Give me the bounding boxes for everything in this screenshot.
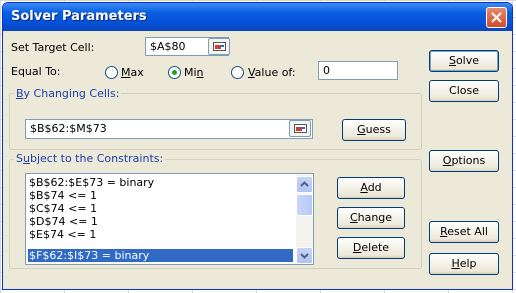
scroll-thumb[interactable] [296, 194, 313, 216]
constraint-item[interactable]: $B$74 <= 1 [28, 189, 292, 202]
target-cell-label: Set Target Cell: [11, 41, 95, 54]
constraints-list[interactable]: $B$62:$E$73 = binary $B$74 <= 1 $C$74 <=… [25, 173, 314, 265]
value-of-radio[interactable] [231, 66, 244, 79]
solver-dialog: Solver Parameters Set Target Cell: $A$80… [2, 2, 513, 290]
target-range-button[interactable] [208, 38, 230, 55]
max-radio[interactable] [105, 66, 118, 79]
constraints-label: Subject to the Constraints: [14, 152, 166, 165]
min-radio[interactable] [168, 66, 181, 79]
scroll-up-button[interactable] [296, 176, 313, 193]
changing-cells-input[interactable]: $B$62:$M$73 [25, 119, 313, 139]
close-window-button[interactable] [486, 7, 507, 28]
add-constraint-button[interactable]: Add [337, 177, 405, 199]
min-label: Min [184, 66, 204, 79]
scroll-up-icon [300, 181, 309, 187]
changing-cells-label: By Changing Cells: [14, 87, 122, 100]
title-bar: Solver Parameters [3, 3, 512, 31]
guess-button[interactable]: Guess [342, 119, 406, 141]
max-label: Max [121, 66, 144, 79]
range-select-icon [213, 42, 226, 51]
constraint-item[interactable]: $B$62:$E$73 = binary [28, 176, 292, 189]
constraint-item[interactable]: $D$74 <= 1 [28, 215, 292, 228]
constraint-item-selected[interactable]: $F$62:$I$73 = binary [28, 249, 293, 262]
help-button[interactable]: Help [429, 253, 499, 275]
range-select-icon [294, 124, 307, 133]
delete-constraint-button[interactable]: Delete [337, 237, 405, 259]
close-button[interactable]: Close [429, 80, 499, 102]
changing-range-button[interactable] [289, 120, 311, 137]
constraint-item[interactable]: $C$74 <= 1 [28, 202, 292, 215]
change-constraint-button[interactable]: Change [337, 207, 405, 229]
constraints-scrollbar[interactable] [296, 174, 313, 264]
constraint-item[interactable]: $E$74 <= 1 [28, 228, 292, 241]
value-of-input[interactable]: 0 [318, 61, 398, 80]
solve-button[interactable]: Solve [429, 50, 499, 72]
close-icon [491, 12, 502, 23]
reset-all-button[interactable]: Reset All [429, 221, 499, 243]
value-of-label: Value of: [248, 66, 296, 79]
scroll-down-icon [300, 253, 309, 259]
dialog-title: Solver Parameters [11, 9, 147, 24]
scroll-down-button[interactable] [296, 247, 313, 264]
equal-to-label: Equal To: [11, 65, 61, 78]
options-button[interactable]: Options [429, 150, 499, 172]
